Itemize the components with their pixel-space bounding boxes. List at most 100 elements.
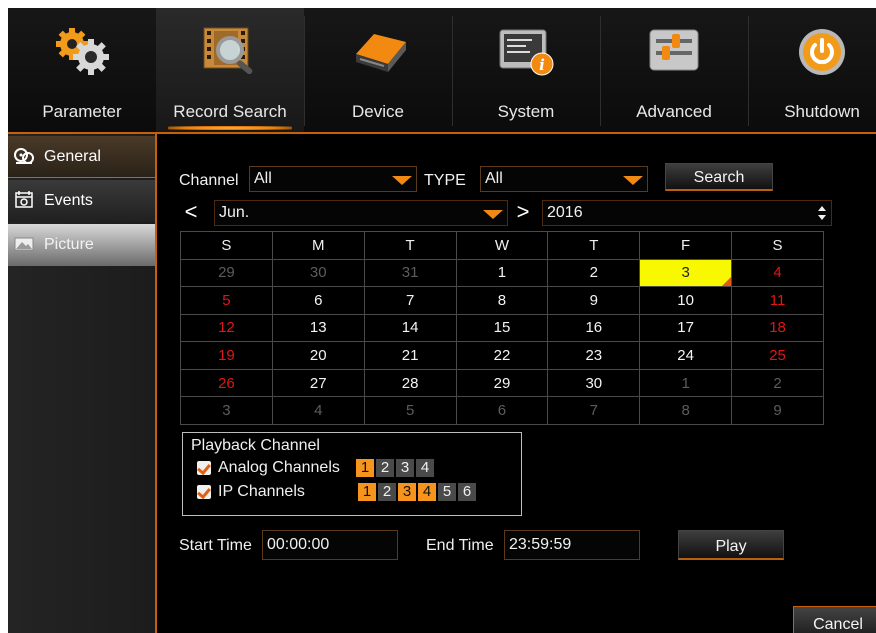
calendar-day[interactable]: 2 [547,258,641,288]
sliders-icon [649,29,699,71]
calendar-day[interactable]: 13 [271,313,365,343]
calendar-day[interactable]: 6 [271,286,365,315]
ip-channel-6[interactable]: 6 [458,483,476,501]
calendar-day[interactable]: 20 [271,341,365,370]
nav-label: Record Search [173,102,287,121]
play-button[interactable]: Play [678,530,784,560]
calendar-day[interactable]: 1 [455,258,549,288]
calendar-day[interactable]: 23 [547,341,641,370]
calendar-day[interactable]: 24 [639,341,733,370]
sidebar-item-general[interactable]: General [8,136,156,178]
calendar-day[interactable]: 22 [455,341,549,370]
calendar-day-other-month: 30 [271,258,365,288]
spinner-arrows-icon[interactable] [817,205,827,221]
calendar-day[interactable]: 16 [547,313,641,343]
year-spinner[interactable]: 2016 [542,200,832,226]
calendar-day[interactable]: 27 [271,368,365,398]
calendar-day[interactable]: 10 [639,286,733,315]
search-button[interactable]: Search [665,163,773,191]
nav-record-search[interactable]: Record Search [156,8,304,133]
calendar-day-other-month: 4 [271,396,365,425]
year-value: 2016 [547,204,583,221]
calendar-day[interactable]: 9 [547,286,641,315]
calendar-day-other-month: 1 [639,368,733,398]
ip-channel-2[interactable]: 2 [378,483,396,501]
calendar-day-weekend[interactable]: 19 [180,341,273,370]
analog-channel-4[interactable]: 4 [416,459,434,477]
calendar-day[interactable]: 17 [639,313,733,343]
analog-channel-2[interactable]: 2 [376,459,394,477]
sidebar-item-picture[interactable]: Picture [8,224,156,266]
nav-advanced[interactable]: Advanced [600,8,748,133]
start-time-label: Start Time [179,537,252,554]
month-select[interactable]: Jun. [214,200,508,226]
analog-channel-3[interactable]: 3 [396,459,414,477]
analog-channels-checkbox[interactable] [197,461,211,475]
weekday-header: T [547,231,641,260]
calendar-week-row: 19 20 21 22 23 24 25 [180,341,824,370]
calendar-day[interactable]: 7 [363,286,457,315]
nav-parameter[interactable]: Parameter [8,8,156,133]
active-tab-indicator [168,126,292,130]
ip-channels-label: IP Channels [218,483,305,500]
calendar-day[interactable]: 30 [547,368,641,398]
ip-channel-3[interactable]: 3 [398,483,416,501]
end-time-input[interactable]: 23:59:59 [504,530,640,560]
calendar-day-other-month: 8 [639,396,733,425]
calendar-day[interactable]: 15 [455,313,549,343]
start-time-input[interactable]: 00:00:00 [262,530,398,560]
top-navigation: Parameter Record Search Device i System … [8,8,876,134]
next-month-button[interactable]: > [512,200,534,226]
calendar-day[interactable]: 14 [363,313,457,343]
prev-month-button[interactable]: < [180,200,202,226]
calendar-day-other-month: 3 [180,396,273,425]
calendar-day-other-month: 2 [731,368,824,398]
analog-channel-1[interactable]: 1 [356,459,374,477]
nav-shutdown[interactable]: Shutdown [748,8,876,133]
picture-icon [14,237,34,251]
nav-system[interactable]: i System [452,8,600,133]
ip-channel-4[interactable]: 4 [418,483,436,501]
film-search-icon [203,27,253,75]
calendar-week-row: 12 13 14 15 16 17 18 [180,313,824,343]
svg-text:i: i [539,56,545,74]
calendar-day-selected[interactable]: 3 [639,258,733,288]
calendar-week-row: 26 27 28 29 30 1 2 [180,368,824,398]
calendar-day-other-month: 29 [180,258,273,288]
calendar-day[interactable]: 29 [455,368,549,398]
ip-channels-checkbox[interactable] [197,485,211,499]
calendar-day-weekend[interactable]: 5 [180,286,273,315]
ip-channel-5[interactable]: 5 [438,483,456,501]
channel-value: All [254,170,272,187]
event-icon [15,191,33,208]
weekday-header: T [363,231,457,260]
calendar-day-weekend[interactable]: 25 [731,341,824,370]
channel-select[interactable]: All [249,166,417,192]
calendar-day-other-month: 7 [547,396,641,425]
nav-label: Device [352,102,404,121]
calendar-day-weekend[interactable]: 18 [731,313,824,343]
calendar-day-other-month: 5 [363,396,457,425]
sidebar-item-label: Picture [44,236,94,253]
calendar-day[interactable]: 28 [363,368,457,398]
ip-channel-1[interactable]: 1 [358,483,376,501]
sidebar: General Events Picture [8,134,156,633]
calendar-day-weekend[interactable]: 11 [731,286,824,315]
cancel-button[interactable]: Cancel [793,606,876,633]
nav-device[interactable]: Device [304,8,452,133]
nav-label: Parameter [42,102,122,121]
calendar-day-other-month: 31 [363,258,457,288]
calendar-day-weekend[interactable]: 26 [180,368,273,398]
sidebar-item-events[interactable]: Events [8,180,156,222]
weekday-header: S [180,231,273,260]
channel-label: Channel [179,172,239,189]
hard-drive-icon [356,34,406,72]
calendar-day-weekend[interactable]: 12 [180,313,273,343]
gears-icon [56,28,109,75]
weekday-header: F [639,231,733,260]
type-select[interactable]: All [480,166,648,192]
calendar-day[interactable]: 21 [363,341,457,370]
calendar-week-row: 29 30 31 1 2 3 4 [180,258,824,288]
calendar-day[interactable]: 8 [455,286,549,315]
calendar-day-weekend[interactable]: 4 [731,258,824,288]
